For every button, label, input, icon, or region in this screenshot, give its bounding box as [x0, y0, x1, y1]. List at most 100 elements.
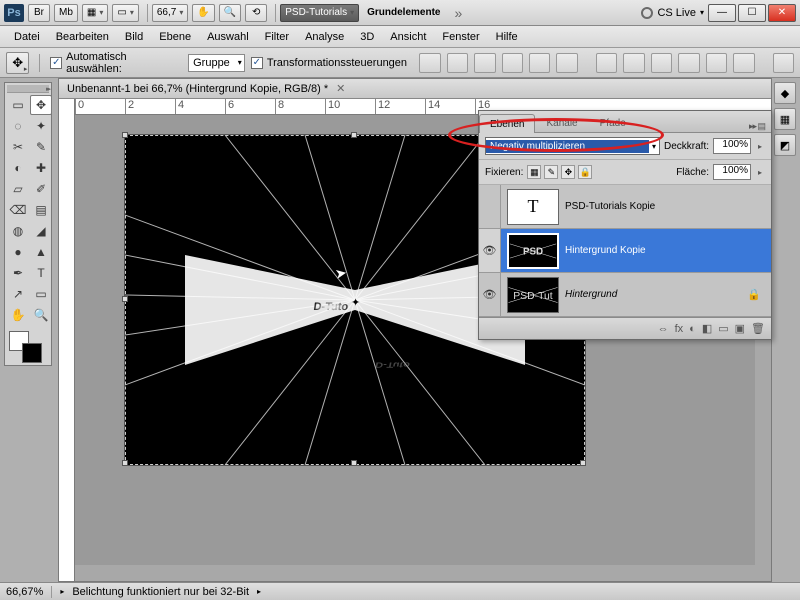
tool-type[interactable]: ▲	[30, 242, 52, 262]
menu-fenster[interactable]: Fenster	[434, 31, 487, 43]
screen-mode-button[interactable]: ▭	[112, 4, 138, 22]
rotate-view-button[interactable]: ⟲	[245, 4, 267, 22]
auto-select-target-dropdown[interactable]: Gruppe	[188, 54, 245, 72]
zoom-tool-button[interactable]: 🔍	[219, 4, 241, 22]
menu-filter[interactable]: Filter	[257, 31, 297, 43]
minimize-button[interactable]: —	[708, 4, 736, 22]
tool-3d-cam[interactable]: ▭	[30, 284, 52, 304]
menu-auswahl[interactable]: Auswahl	[199, 31, 257, 43]
layer-thumbnail[interactable]: T	[507, 189, 559, 225]
ruler-vertical[interactable]	[59, 99, 75, 581]
tool-crop[interactable]: ✂	[7, 137, 29, 157]
tool-lasso[interactable]: ◌	[7, 116, 29, 136]
blend-mode-dropdown[interactable]: Negativ multiplizieren	[485, 137, 660, 155]
tool-blur[interactable]: ◍	[7, 221, 29, 241]
tab-ebenen[interactable]: Ebenen	[479, 114, 535, 133]
dock-icon[interactable]: ▦	[774, 108, 796, 130]
opacity-input[interactable]: 100%	[713, 138, 751, 154]
tool-gradient[interactable]: ▤	[30, 200, 52, 220]
minibridge-button[interactable]: Mb	[54, 4, 78, 22]
tool-hand[interactable]: ✋	[7, 305, 29, 325]
adjustment-icon[interactable]: ◧	[702, 322, 712, 335]
menu-ebene[interactable]: Ebene	[151, 31, 199, 43]
dock-icon[interactable]: ◩	[774, 134, 796, 156]
transform-controls-checkbox[interactable]: ✓Transformationssteuerungen	[251, 57, 407, 69]
tab-kanaele[interactable]: Kanäle	[535, 113, 588, 132]
align-button[interactable]	[556, 53, 577, 73]
distribute-button[interactable]	[678, 53, 699, 73]
visibility-toggle[interactable]	[479, 185, 501, 228]
auto-align-button[interactable]	[773, 53, 794, 73]
tool-zoom[interactable]: 🔍	[30, 305, 52, 325]
layer-name[interactable]: Hintergrund	[565, 289, 617, 300]
workspace-tab-active[interactable]: PSD-Tutorials	[280, 4, 359, 22]
tool-eyedropper[interactable]: ✎	[30, 137, 52, 157]
opacity-stepper[interactable]: ▸	[755, 142, 765, 151]
mask-icon[interactable]: ◐	[689, 323, 696, 335]
tool-eraser[interactable]: ⌫	[7, 200, 29, 220]
document-tab[interactable]: Unbenannt-1 bei 66,7% (Hintergrund Kopie…	[59, 79, 771, 99]
arrange-docs-button[interactable]: ▦	[82, 4, 108, 22]
fill-stepper[interactable]: ▸	[755, 168, 765, 177]
menu-3d[interactable]: 3D	[352, 31, 382, 43]
layer-thumbnail[interactable]: PSD	[507, 233, 559, 269]
menu-bearbeiten[interactable]: Bearbeiten	[48, 31, 117, 43]
layer-row[interactable]: 👁 PSD Hintergrund Kopie	[479, 229, 771, 273]
lock-move-icon[interactable]: ✥	[561, 165, 575, 179]
align-button[interactable]	[529, 53, 550, 73]
new-layer-icon[interactable]: ▣	[735, 322, 745, 335]
current-tool-icon[interactable]	[6, 52, 29, 74]
tool-wand[interactable]: ✦	[30, 116, 52, 136]
menu-analyse[interactable]: Analyse	[297, 31, 352, 43]
zoom-readout[interactable]: 66,67%	[6, 586, 43, 598]
menu-hilfe[interactable]: Hilfe	[488, 31, 526, 43]
auto-select-checkbox[interactable]: ✓Automatisch auswählen:	[50, 51, 182, 75]
tool-marquee[interactable]: ▭	[7, 95, 29, 115]
close-tab-icon[interactable]: ✕	[336, 82, 345, 95]
menu-datei[interactable]: Datei	[6, 31, 48, 43]
align-button[interactable]	[419, 53, 440, 73]
hand-tool-button[interactable]: ✋	[192, 4, 214, 22]
toolbox-collapse[interactable]	[7, 85, 49, 93]
dock-icon[interactable]: ◆	[774, 82, 796, 104]
menu-bild[interactable]: Bild	[117, 31, 151, 43]
layer-name[interactable]: Hintergrund Kopie	[565, 245, 646, 256]
tool-move[interactable]: ✥	[30, 95, 52, 115]
distribute-button[interactable]	[706, 53, 727, 73]
menu-ansicht[interactable]: Ansicht	[382, 31, 434, 43]
maximize-button[interactable]: ☐	[738, 4, 766, 22]
align-button[interactable]	[502, 53, 523, 73]
bridge-button[interactable]: Br	[28, 4, 50, 22]
tool-shape[interactable]: T	[30, 263, 52, 283]
tool-path[interactable]: ✒	[7, 263, 29, 283]
tool-brush[interactable]: ✚	[30, 158, 52, 178]
group-icon[interactable]: ▭	[718, 322, 728, 335]
delete-layer-icon[interactable]: 🗑	[751, 322, 765, 335]
panel-menu-icon[interactable]: ▸▸ ▤	[743, 121, 771, 132]
tool-stamp[interactable]: ▱	[7, 179, 29, 199]
more-workspaces-icon[interactable]: »	[454, 5, 462, 21]
color-swatches[interactable]	[7, 329, 49, 363]
align-button[interactable]	[474, 53, 495, 73]
tool-pen[interactable]: ●	[7, 242, 29, 262]
visibility-toggle[interactable]: 👁	[479, 273, 501, 316]
tab-pfade[interactable]: Pfade	[589, 113, 637, 132]
cs-live-button[interactable]: CS Live ▾	[641, 7, 704, 19]
lock-all-icon[interactable]: 🔒	[578, 165, 592, 179]
distribute-button[interactable]	[596, 53, 617, 73]
visibility-toggle[interactable]: 👁	[479, 229, 501, 272]
distribute-button[interactable]	[733, 53, 754, 73]
link-layers-icon[interactable]: ⇔	[658, 323, 669, 335]
layer-name[interactable]: PSD-Tutorials Kopie	[565, 201, 655, 212]
zoom-level-dropdown[interactable]: 66,7	[152, 4, 188, 22]
tool-dodge[interactable]: ◢	[30, 221, 52, 241]
tool-history-brush[interactable]: ✐	[30, 179, 52, 199]
tool-3d[interactable]: ↗	[7, 284, 29, 304]
lock-paint-icon[interactable]: ✎	[544, 165, 558, 179]
distribute-button[interactable]	[651, 53, 672, 73]
fx-icon[interactable]: fx	[675, 323, 684, 335]
workspace-tab[interactable]: Grundelemente	[363, 4, 444, 22]
align-button[interactable]	[447, 53, 468, 73]
layer-row[interactable]: 👁 PSD-Tut Hintergrund 🔒	[479, 273, 771, 317]
layer-row[interactable]: T PSD-Tutorials Kopie	[479, 185, 771, 229]
